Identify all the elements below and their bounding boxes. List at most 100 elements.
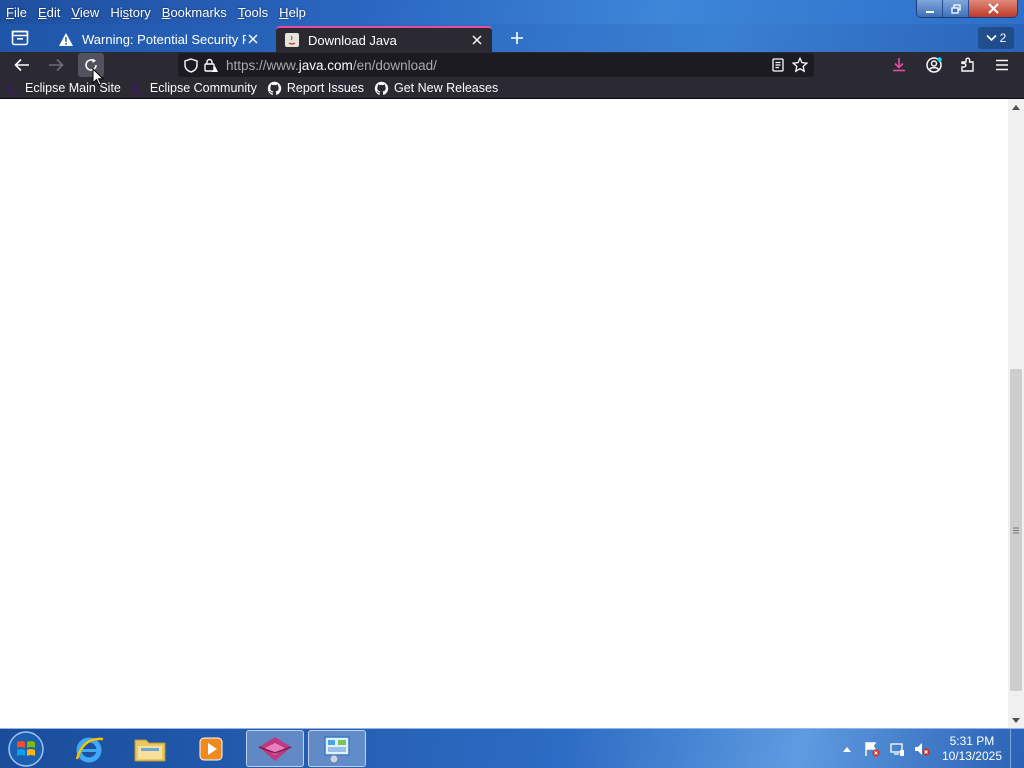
star-bookmark-icon[interactable] bbox=[792, 57, 808, 73]
control-panel-icon bbox=[324, 735, 350, 763]
bookmark-label: Get New Releases bbox=[393, 81, 499, 95]
taskbar-control-panel[interactable] bbox=[308, 730, 366, 767]
tab-strip: Warning: Potential Security Risk Ahead D… bbox=[0, 24, 1024, 52]
arrow-left-icon bbox=[14, 58, 29, 72]
forward-button[interactable] bbox=[43, 53, 69, 77]
menu-bar: File Edit View History Bookmarks Tools H… bbox=[0, 0, 317, 24]
warning-icon bbox=[59, 32, 73, 46]
navigation-toolbar: https://www.java.com/en/download/ bbox=[0, 52, 1024, 78]
close-window-button[interactable] bbox=[969, 0, 1017, 17]
tab-count: 2 bbox=[999, 31, 1007, 45]
browser-app-icon bbox=[258, 736, 292, 761]
account-icon bbox=[926, 57, 942, 73]
bookmark-label: Report Issues bbox=[286, 81, 364, 95]
menu-edit[interactable]: Edit bbox=[38, 5, 60, 20]
reader-view-icon[interactable] bbox=[772, 58, 784, 72]
hamburger-menu-icon bbox=[996, 59, 1008, 71]
close-icon bbox=[472, 35, 482, 45]
tab-title: Warning: Potential Security Risk Ahead bbox=[82, 31, 246, 47]
scroll-up-button[interactable] bbox=[1008, 101, 1024, 113]
bookmark-label: Eclipse Community bbox=[149, 81, 257, 95]
bookmark-eclipse-community[interactable]: Eclipse Community bbox=[131, 81, 257, 95]
bookmark-report-issues[interactable]: Report Issues bbox=[267, 81, 364, 96]
chevron-down-icon bbox=[986, 34, 997, 42]
menu-file[interactable]: File bbox=[6, 5, 27, 20]
tab-close-button[interactable] bbox=[470, 33, 484, 47]
tab-download-java[interactable]: Download Java bbox=[276, 26, 492, 52]
title-bar: File Edit View History Bookmarks Tools H… bbox=[0, 0, 1024, 24]
clock-time: 5:31 PM bbox=[949, 734, 995, 748]
lock-warning-icon[interactable] bbox=[203, 57, 219, 73]
tray-action-center[interactable] bbox=[861, 739, 883, 759]
eclipse-icon bbox=[131, 82, 145, 94]
window-controls bbox=[916, 0, 1018, 18]
tab-security-warning[interactable]: Warning: Potential Security Risk Ahead bbox=[50, 26, 268, 52]
windows-logo-icon bbox=[8, 731, 44, 767]
url-bar[interactable]: https://www.java.com/en/download/ bbox=[178, 53, 814, 77]
internet-explorer-icon bbox=[75, 737, 104, 762]
downloads-button[interactable] bbox=[886, 53, 912, 77]
menu-tools[interactable]: Tools bbox=[238, 5, 268, 20]
chevron-up-icon bbox=[842, 746, 851, 752]
firefox-view-button[interactable] bbox=[6, 27, 34, 49]
taskbar-firefox[interactable] bbox=[246, 730, 304, 767]
new-tab-button[interactable] bbox=[505, 27, 529, 49]
taskbar-file-explorer[interactable] bbox=[121, 730, 179, 767]
puzzle-piece-icon bbox=[961, 57, 974, 72]
plus-icon bbox=[511, 32, 523, 44]
github-icon bbox=[374, 81, 389, 95]
download-icon bbox=[893, 58, 905, 72]
extensions-button[interactable] bbox=[955, 53, 981, 77]
bookmark-label: Eclipse Main Site bbox=[25, 81, 121, 95]
vertical-scrollbar[interactable] bbox=[1008, 99, 1024, 728]
close-icon bbox=[248, 34, 258, 44]
close-icon bbox=[987, 3, 999, 14]
eclipse-icon bbox=[7, 82, 20, 94]
folder-icon bbox=[134, 739, 166, 761]
url-text: https://www.java.com/en/download/ bbox=[226, 57, 437, 73]
back-button[interactable] bbox=[9, 53, 35, 77]
arrow-down-icon bbox=[1012, 717, 1020, 723]
menu-history[interactable]: History bbox=[110, 5, 150, 20]
restore-button[interactable] bbox=[943, 0, 969, 17]
media-player-icon bbox=[199, 737, 223, 760]
menu-bookmarks[interactable]: Bookmarks bbox=[162, 5, 227, 20]
scroll-thumb[interactable] bbox=[1010, 369, 1022, 691]
volume-muted-icon bbox=[914, 743, 930, 756]
minimize-button[interactable] bbox=[917, 0, 943, 17]
tray-network[interactable] bbox=[886, 739, 908, 759]
list-all-tabs-button[interactable]: 2 bbox=[978, 27, 1014, 49]
java-page-icon bbox=[285, 33, 299, 47]
menu-view[interactable]: View bbox=[71, 5, 99, 20]
taskbar-internet-explorer[interactable] bbox=[60, 730, 118, 767]
show-hidden-icons-button[interactable] bbox=[836, 739, 858, 759]
tab-close-button[interactable] bbox=[246, 32, 260, 46]
minimize-icon bbox=[925, 10, 934, 13]
restore-icon bbox=[950, 3, 961, 14]
github-icon bbox=[267, 81, 282, 95]
tray-volume[interactable] bbox=[911, 739, 933, 759]
system-tray: 5:31 PM 10/13/2025 bbox=[836, 729, 1002, 768]
firefox-view-icon bbox=[11, 30, 29, 46]
taskbar-media-player[interactable] bbox=[182, 730, 240, 767]
scroll-down-button[interactable] bbox=[1008, 714, 1024, 726]
arrow-up-icon bbox=[1012, 104, 1020, 110]
grip-icon bbox=[1013, 527, 1019, 533]
app-menu-button[interactable] bbox=[989, 53, 1015, 77]
arrow-right-icon bbox=[49, 58, 64, 72]
tracking-shield-icon[interactable] bbox=[184, 58, 198, 73]
network-icon bbox=[890, 743, 904, 756]
start-button[interactable] bbox=[6, 730, 46, 768]
mouse-cursor-icon bbox=[92, 68, 104, 86]
page-content[interactable] bbox=[0, 99, 1008, 728]
account-button[interactable] bbox=[921, 53, 947, 77]
flag-error-icon bbox=[865, 742, 880, 757]
menu-help[interactable]: Help bbox=[279, 5, 306, 20]
bookmark-get-new-releases[interactable]: Get New Releases bbox=[374, 81, 498, 96]
bookmarks-toolbar: Eclipse Main Site Eclipse Community Repo… bbox=[0, 78, 1024, 99]
taskbar: 5:31 PM 10/13/2025 bbox=[0, 728, 1024, 768]
show-desktop-button[interactable] bbox=[1010, 729, 1024, 768]
clock-date: 10/13/2025 bbox=[941, 749, 1002, 763]
tab-title: Download Java bbox=[308, 32, 397, 48]
system-clock[interactable]: 5:31 PM 10/13/2025 bbox=[942, 734, 1002, 764]
